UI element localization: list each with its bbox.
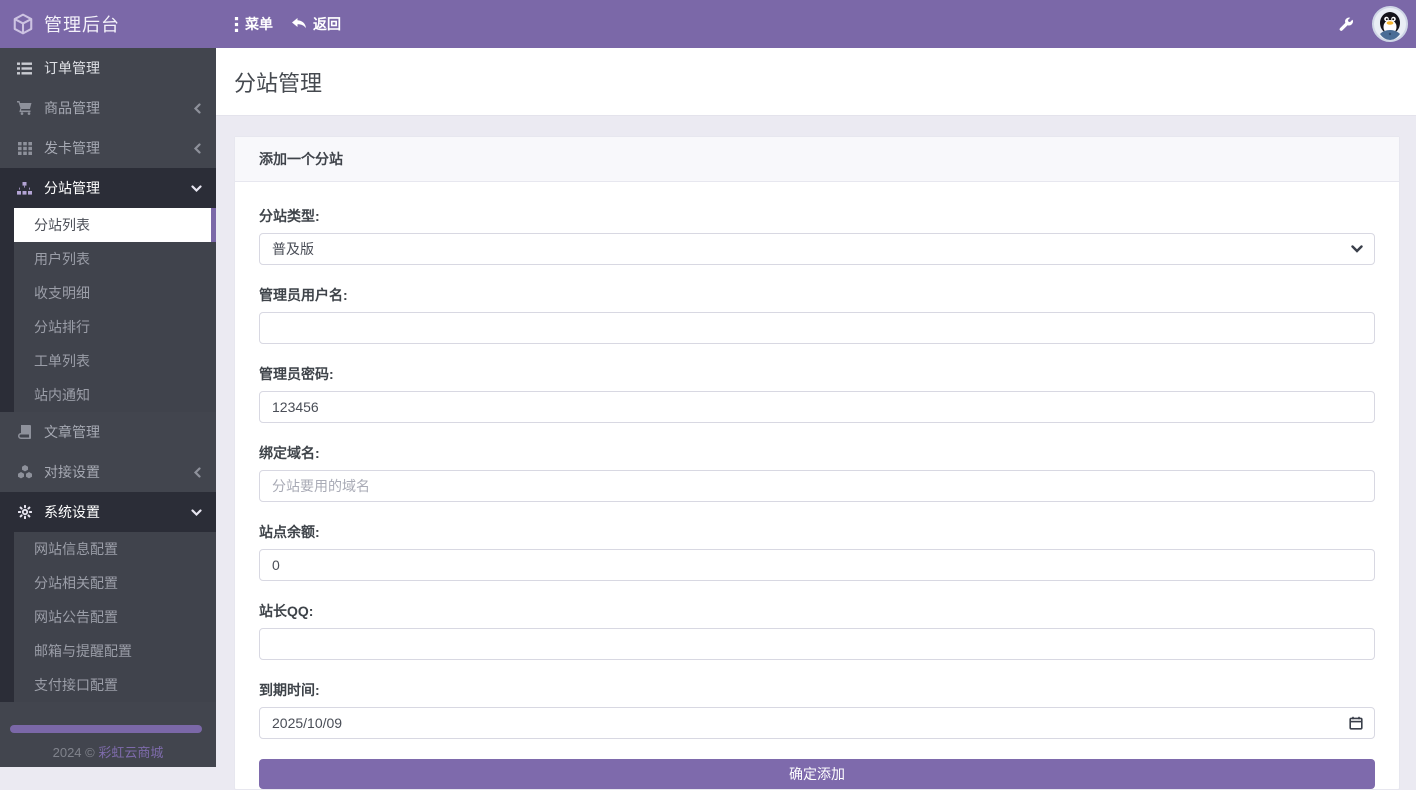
back-label: 返回 <box>313 14 341 34</box>
substation-type-label: 分站类型: <box>259 206 1375 226</box>
submenu-item-label: 工单列表 <box>34 351 90 371</box>
substations-submenu: 分站列表 用户列表 收支明细 分站排行 工单列表 站内通知 <box>0 208 216 412</box>
app-title: 管理后台 <box>44 11 120 37</box>
sidebar-item-products[interactable]: 商品管理 <box>0 88 216 128</box>
sidebar-item-label: 订单管理 <box>44 58 100 78</box>
sidebar-item-label: 商品管理 <box>44 98 100 118</box>
topbar: 管理后台 菜单 返回 <box>0 0 1416 48</box>
menu-toggle-label: 菜单 <box>245 14 273 34</box>
sidebar-item-orders[interactable]: 订单管理 <box>0 48 216 88</box>
bind-domain-input[interactable] <box>259 470 1375 502</box>
webmaster-qq-input[interactable] <box>259 628 1375 660</box>
cube-logo-icon <box>12 13 34 35</box>
page-title: 分站管理 <box>234 66 322 98</box>
chevron-down-icon <box>191 184 202 193</box>
admin-password-input[interactable] <box>259 391 1375 423</box>
submenu-item-substation-rank[interactable]: 分站排行 <box>14 310 216 344</box>
submenu-item-user-list[interactable]: 用户列表 <box>14 242 216 276</box>
app-brand[interactable]: 管理后台 <box>0 11 216 37</box>
submenu-item-label: 网站信息配置 <box>34 539 118 559</box>
ellipsis-v-icon <box>234 17 239 32</box>
submenu-item-payment-api-config[interactable]: 支付接口配置 <box>14 668 216 702</box>
submenu-item-label: 用户列表 <box>34 249 90 269</box>
site-balance-label: 站点余额: <box>259 522 1375 542</box>
grid-icon <box>16 142 33 155</box>
sidebar-item-label: 发卡管理 <box>44 138 100 158</box>
chevron-left-icon <box>193 467 202 478</box>
submenu-item-site-notice[interactable]: 站内通知 <box>14 378 216 412</box>
calendar-icon[interactable] <box>1349 716 1363 730</box>
sidebar-item-docking[interactable]: 对接设置 <box>0 452 216 492</box>
sidebar-item-system-settings[interactable]: 系统设置 <box>0 492 216 532</box>
site-balance-input[interactable] <box>259 549 1375 581</box>
chevron-down-icon <box>191 508 202 517</box>
card-header: 添加一个分站 <box>235 137 1399 182</box>
main-content: 分站管理 添加一个分站 分站类型: 普及版 管 <box>216 48 1416 767</box>
submenu-item-label: 收支明细 <box>34 283 90 303</box>
cart-icon <box>16 101 33 115</box>
submenu-item-income-expense[interactable]: 收支明细 <box>14 276 216 310</box>
submenu-item-label: 支付接口配置 <box>34 675 118 695</box>
substation-type-select[interactable]: 普及版 <box>259 233 1375 265</box>
bind-domain-label: 绑定域名: <box>259 443 1375 463</box>
gear-icon <box>16 505 33 519</box>
submenu-item-label: 网站公告配置 <box>34 607 118 627</box>
submenu-item-site-info-config[interactable]: 网站信息配置 <box>14 532 216 566</box>
user-avatar[interactable] <box>1372 6 1408 42</box>
sidebar-item-label: 分站管理 <box>44 178 100 198</box>
webmaster-qq-label: 站长QQ: <box>259 601 1375 621</box>
back-button[interactable]: 返回 <box>291 14 341 34</box>
submenu-item-label: 分站相关配置 <box>34 573 118 593</box>
add-substation-card: 添加一个分站 分站类型: 普及版 管理员用户名: <box>234 136 1400 790</box>
system-settings-submenu: 网站信息配置 分站相关配置 网站公告配置 邮箱与提醒配置 支付接口配置 <box>0 532 216 702</box>
page-header: 分站管理 <box>216 48 1416 116</box>
submenu-item-label: 邮箱与提醒配置 <box>34 641 132 661</box>
admin-username-label: 管理员用户名: <box>259 285 1375 305</box>
confirm-add-button[interactable]: 确定添加 <box>259 759 1375 789</box>
expire-date-label: 到期时间: <box>259 680 1375 700</box>
submenu-item-announcement-config[interactable]: 网站公告配置 <box>14 600 216 634</box>
submenu-item-substation-config[interactable]: 分站相关配置 <box>14 566 216 600</box>
chevron-left-icon <box>193 103 202 114</box>
sidebar-footer: 2024 © 彩虹云商城 <box>0 742 216 761</box>
sidebar: 订单管理 商品管理 发卡管理 <box>0 48 216 767</box>
expire-date-input[interactable] <box>259 707 1375 739</box>
admin-username-input[interactable] <box>259 312 1375 344</box>
sitemap-icon <box>16 182 33 195</box>
admin-password-label: 管理员密码: <box>259 364 1375 384</box>
reply-arrow-icon <box>291 17 307 31</box>
sidebar-scrollbar-thumb[interactable] <box>10 725 202 733</box>
menu-toggle-button[interactable]: 菜单 <box>234 14 273 34</box>
sidebar-item-label: 文章管理 <box>44 422 100 442</box>
submenu-item-substation-list[interactable]: 分站列表 <box>14 208 216 242</box>
submenu-item-label: 分站列表 <box>34 215 90 235</box>
copyright-text: 2024 © <box>53 745 95 760</box>
list-icon <box>16 62 33 75</box>
sidebar-item-label: 对接设置 <box>44 462 100 482</box>
article-icon <box>16 425 33 439</box>
submenu-item-ticket-list[interactable]: 工单列表 <box>14 344 216 378</box>
cubes-icon <box>16 465 33 479</box>
submenu-item-label: 分站排行 <box>34 317 90 337</box>
sidebar-item-articles[interactable]: 文章管理 <box>0 412 216 452</box>
submenu-item-label: 站内通知 <box>34 385 90 405</box>
brand-link[interactable]: 彩虹云商城 <box>98 745 163 760</box>
sidebar-item-cards[interactable]: 发卡管理 <box>0 128 216 168</box>
sidebar-item-label: 系统设置 <box>44 502 100 522</box>
sidebar-item-substations[interactable]: 分站管理 <box>0 168 216 208</box>
submenu-item-email-reminder-config[interactable]: 邮箱与提醒配置 <box>14 634 216 668</box>
settings-wrench-icon[interactable] <box>1338 16 1354 32</box>
chevron-left-icon <box>193 143 202 154</box>
